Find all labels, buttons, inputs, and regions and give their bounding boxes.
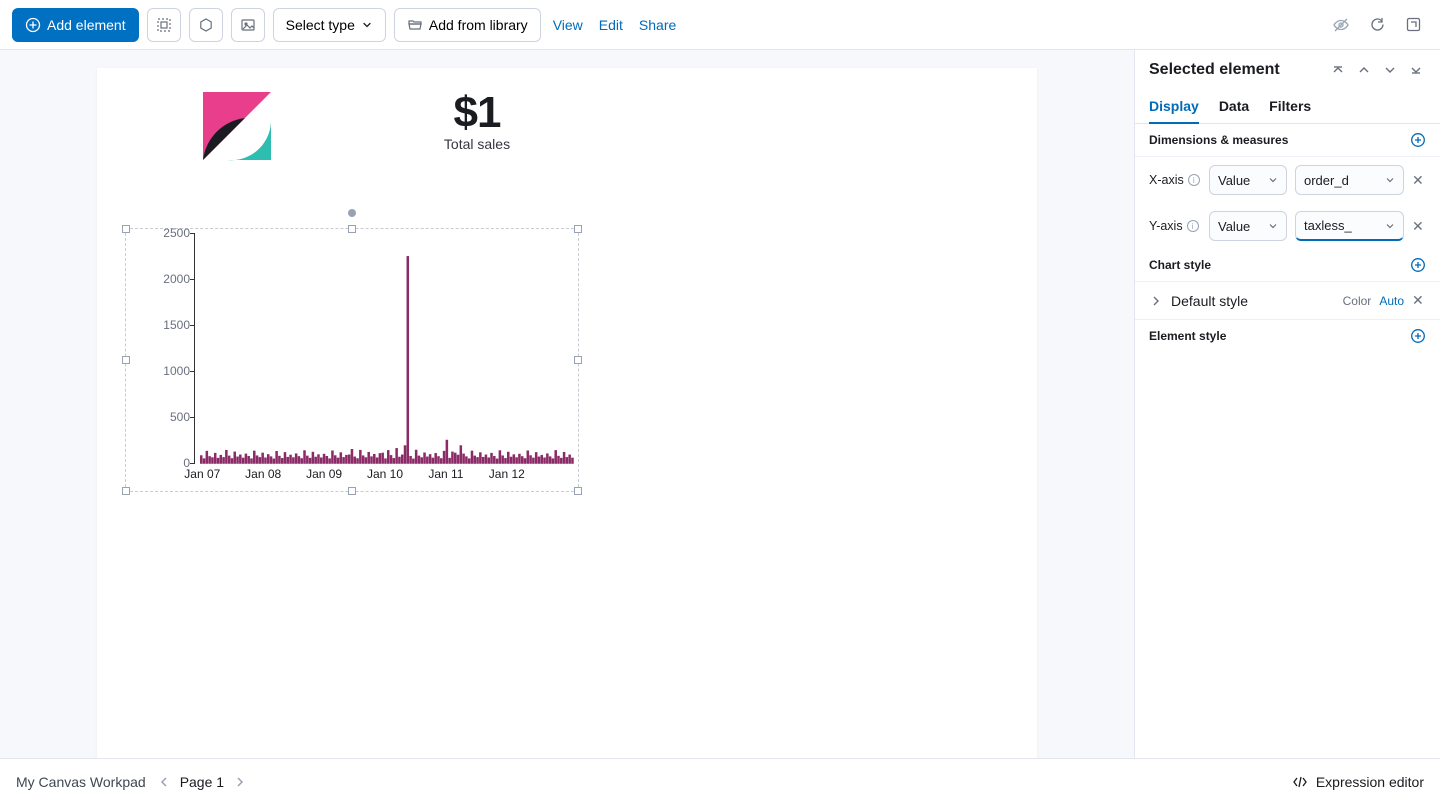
workpad-name[interactable]: My Canvas Workpad <box>16 774 146 790</box>
y-axis-row: Y-axis i Value taxless_ ✕ <box>1135 203 1440 249</box>
add-chart-style-button[interactable] <box>1410 257 1426 273</box>
x-axis-row: X-axis i Value order_d ✕ <box>1135 157 1440 203</box>
y-tick-label: 2500 <box>163 226 190 240</box>
y-tick-label: 1500 <box>163 318 190 332</box>
hide-icon-button[interactable] <box>1326 8 1356 42</box>
toolbar: Add element Select type Add from library… <box>0 0 1440 50</box>
section-chart-style: Chart style <box>1135 249 1440 282</box>
resize-handle-nw[interactable] <box>122 225 130 233</box>
x-axis-field-select[interactable]: order_d <box>1295 165 1404 195</box>
code-icon <box>1292 774 1308 790</box>
x-axis-clear[interactable]: ✕ <box>1412 172 1426 189</box>
image-icon-button[interactable] <box>231 8 265 42</box>
x-tick-label: Jan 12 <box>489 467 525 481</box>
resize-handle-s[interactable] <box>348 487 356 495</box>
group-icon <box>156 17 172 33</box>
color-label: Color <box>1343 294 1372 308</box>
expression-editor-button[interactable]: Expression editor <box>1292 774 1424 790</box>
next-page-button[interactable] <box>234 776 246 788</box>
move-top-icon[interactable] <box>1328 60 1348 80</box>
y-tick-label: 2000 <box>163 272 190 286</box>
resize-handle-n[interactable] <box>348 225 356 233</box>
side-title: Selected element <box>1149 61 1322 79</box>
add-dimension-button[interactable] <box>1410 132 1426 148</box>
workpad-page[interactable]: $1 Total sales 05001000150020002500 <box>97 68 1037 758</box>
y-axis-clear[interactable]: ✕ <box>1412 218 1426 235</box>
side-panel: Selected element Display Data Filters Di… <box>1134 50 1440 758</box>
plus-circle-icon <box>25 17 41 33</box>
tab-display[interactable]: Display <box>1149 90 1199 124</box>
add-element-label: Add element <box>47 17 126 33</box>
x-tick-label: Jan 07 <box>184 467 220 481</box>
add-element-style-button[interactable] <box>1410 328 1426 344</box>
expression-editor-label: Expression editor <box>1316 774 1424 790</box>
image-icon <box>240 17 256 33</box>
chart-plot: 05001000150020002500 <box>154 233 574 463</box>
section-dimensions-label: Dimensions & measures <box>1149 133 1288 147</box>
add-element-button[interactable]: Add element <box>12 8 139 42</box>
metric-element[interactable]: $1 Total sales <box>377 88 577 152</box>
metric-value: $1 <box>377 88 577 138</box>
edit-link[interactable]: Edit <box>595 17 627 33</box>
canvas-area[interactable]: $1 Total sales 05001000150020002500 <box>0 50 1134 758</box>
group-icon-button[interactable] <box>147 8 181 42</box>
x-axis-label: X-axis i <box>1149 173 1201 187</box>
default-style-row[interactable]: Default style Color Auto ✕ <box>1135 282 1440 320</box>
add-from-library-button[interactable]: Add from library <box>394 8 541 42</box>
hexagon-icon <box>198 17 214 33</box>
x-tick-label: Jan 09 <box>306 467 342 481</box>
chevron-down-icon <box>361 19 373 31</box>
logo-image[interactable] <box>197 86 277 166</box>
style-clear[interactable]: ✕ <box>1412 292 1426 309</box>
resize-handle-w[interactable] <box>122 356 130 364</box>
fullscreen-icon <box>1405 16 1422 33</box>
add-from-library-label: Add from library <box>429 17 528 33</box>
eye-off-icon <box>1332 16 1350 34</box>
section-chart-style-label: Chart style <box>1149 258 1211 272</box>
refresh-icon <box>1369 16 1386 33</box>
fullscreen-icon-button[interactable] <box>1398 8 1428 42</box>
resize-handle-sw[interactable] <box>122 487 130 495</box>
view-link[interactable]: View <box>549 17 587 33</box>
color-value[interactable]: Auto <box>1379 294 1404 308</box>
shape-icon-button[interactable] <box>189 8 223 42</box>
tab-filters[interactable]: Filters <box>1269 90 1311 123</box>
select-type-button[interactable]: Select type <box>273 8 386 42</box>
x-tick-label: Jan 10 <box>367 467 403 481</box>
footer: My Canvas Workpad Page 1 Expression edit… <box>0 758 1440 804</box>
share-link[interactable]: Share <box>635 17 680 33</box>
x-tick-label: Jan 11 <box>428 467 463 481</box>
y-tick-label: 1000 <box>163 364 190 378</box>
y-axis-agg-select[interactable]: Value <box>1209 211 1287 241</box>
move-down-icon[interactable] <box>1380 60 1400 80</box>
y-axis-field-select[interactable]: taxless_ <box>1295 211 1404 241</box>
tab-data[interactable]: Data <box>1219 90 1249 123</box>
resize-handle-e[interactable] <box>574 356 582 364</box>
rotate-handle[interactable] <box>348 209 356 217</box>
select-type-label: Select type <box>286 17 355 33</box>
info-icon[interactable]: i <box>1188 174 1200 186</box>
y-axis-label: Y-axis i <box>1149 219 1201 233</box>
resize-handle-se[interactable] <box>574 487 582 495</box>
metric-label: Total sales <box>377 136 577 152</box>
section-dimensions: Dimensions & measures <box>1135 124 1440 157</box>
section-element-style-label: Element style <box>1149 329 1226 343</box>
y-tick-label: 500 <box>170 410 190 424</box>
move-bottom-icon[interactable] <box>1406 60 1426 80</box>
move-up-icon[interactable] <box>1354 60 1374 80</box>
info-icon[interactable]: i <box>1187 220 1199 232</box>
x-axis-agg-select[interactable]: Value <box>1209 165 1287 195</box>
section-element-style: Element style <box>1135 320 1440 352</box>
prev-page-button[interactable] <box>158 776 170 788</box>
resize-handle-ne[interactable] <box>574 225 582 233</box>
selected-chart-element[interactable]: 05001000150020002500 Jan 07Jan 08Jan 09J… <box>125 228 579 492</box>
folder-open-icon <box>407 17 423 33</box>
default-style-label: Default style <box>1171 293 1335 309</box>
x-tick-label: Jan 08 <box>245 467 281 481</box>
chevron-right-icon <box>1149 295 1163 307</box>
page-label[interactable]: Page 1 <box>180 774 224 790</box>
refresh-icon-button[interactable] <box>1362 8 1392 42</box>
